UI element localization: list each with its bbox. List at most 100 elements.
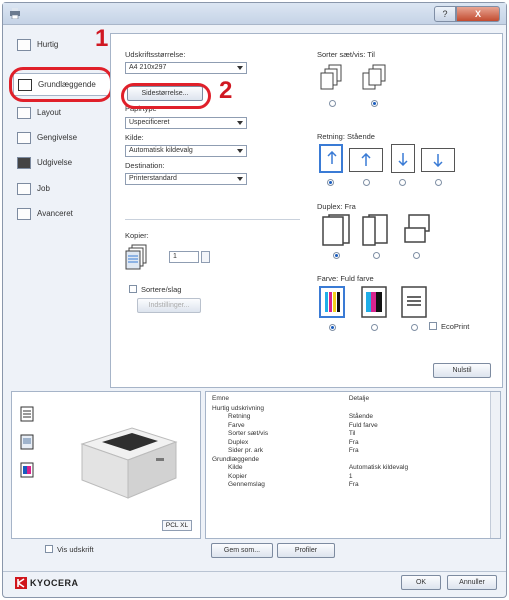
save-as-button[interactable]: Gem som... [211, 543, 273, 558]
orientation-title: Retning: Stående [317, 132, 375, 141]
arrow-up-icon [327, 151, 337, 164]
duplex-short-radio[interactable] [413, 252, 420, 259]
profiles-button[interactable]: Profiler [277, 543, 335, 558]
preview-area: PCL XL Emne Detalje Hurtig udskrivning Re… [11, 391, 501, 566]
row-detail: Automatisk kildevalg [348, 464, 409, 472]
color-title: Farve: Fuld farve [317, 274, 374, 283]
copies-stepper[interactable] [201, 251, 210, 263]
nav-item-layout[interactable]: Layout [13, 101, 110, 124]
chevron-down-icon [237, 121, 243, 125]
destination-select[interactable]: Printerstandard [125, 173, 247, 185]
cancel-button[interactable]: Annuller [447, 575, 497, 590]
pdl-badge: PCL XL [162, 520, 192, 531]
portrait-radio[interactable] [327, 179, 334, 186]
duplex-long-edge-icon [362, 214, 388, 246]
reset-button[interactable]: Nulstil [433, 363, 491, 378]
row-detail: Fra [348, 447, 359, 455]
row-detail [346, 404, 486, 413]
portrait-rotated-radio[interactable] [399, 179, 406, 186]
title-bar: ? X [3, 3, 506, 25]
color-black-icon[interactable] [361, 286, 387, 318]
callout-number-2: 2 [219, 77, 233, 104]
help-button[interactable]: ? [434, 6, 456, 22]
arrow-up-icon [361, 153, 371, 166]
imaging-icon [17, 131, 31, 144]
landscape-icon[interactable] [349, 148, 383, 172]
source-value: Automatisk kildevalg [129, 147, 193, 154]
nav-item-udgivelse[interactable]: Udgivelse [13, 151, 110, 174]
view-print-label: Vis udskrift [57, 545, 94, 554]
brand-name: KYOCERA [30, 578, 79, 588]
landscape-radio[interactable] [363, 179, 370, 186]
color-mono-radio[interactable] [411, 324, 418, 331]
row-detail: Stående [348, 413, 374, 421]
copies-icon [125, 244, 147, 270]
nav-item-avanceret[interactable]: Avanceret [13, 202, 110, 225]
collate-off-radio[interactable] [329, 100, 336, 107]
color-full-radio[interactable] [329, 324, 336, 331]
destination-value: Printerstandard [129, 175, 177, 182]
table-row: Hurtig udskrivning [206, 404, 486, 413]
nav-item-job[interactable]: Job [13, 177, 110, 200]
landscape-rotated-icon[interactable] [421, 148, 455, 172]
chevron-down-icon [237, 66, 243, 70]
table-row: Kopier 1 [206, 472, 486, 481]
source-select[interactable]: Automatisk kildevalg [125, 145, 247, 157]
collate-label: Sortere/slag [141, 285, 182, 294]
arrow-down-icon [433, 154, 443, 167]
callout-ring-1 [9, 67, 113, 102]
publishing-icon [17, 156, 31, 169]
ok-button[interactable]: OK [401, 575, 441, 590]
row-topic: Gennemslag [228, 481, 265, 489]
arrow-down-icon [398, 153, 408, 166]
color-black-radio[interactable] [371, 324, 378, 331]
copies-input[interactable]: 1 [169, 251, 199, 263]
printer-app-icon [10, 8, 20, 19]
row-topic: Kilde [228, 464, 243, 472]
nav-label: Hurtig [37, 40, 59, 49]
row-detail: Fra [348, 438, 359, 446]
paper-type-select[interactable]: Uspecificeret [125, 117, 247, 129]
table-row: Duplex Fra [206, 438, 486, 447]
settings-button[interactable]: Indstillinger... [137, 298, 201, 313]
ecoprint-checkbox[interactable] [429, 322, 437, 330]
collate-checkbox[interactable] [129, 285, 137, 293]
color-mono-icon[interactable] [401, 286, 427, 318]
landscape-rotated-radio[interactable] [435, 179, 442, 186]
row-topic: Retning [228, 413, 251, 421]
window-buttons: ? X [434, 6, 500, 22]
row-detail: Til [348, 430, 356, 438]
close-button[interactable]: X [456, 6, 500, 22]
portrait-icon[interactable] [319, 144, 343, 173]
chevron-down-icon [237, 177, 243, 181]
page-view-icon[interactable] [20, 434, 34, 450]
summary-scrollbar[interactable] [490, 392, 500, 538]
layout-icon [17, 106, 31, 119]
settings-summary-table: Emne Detalje Hurtig udskrivning Retning St… [205, 391, 501, 539]
portrait-rotated-icon[interactable] [391, 144, 415, 173]
row-topic: Sorter sæt/vis [228, 430, 269, 438]
summary-view-icon[interactable] [20, 406, 34, 422]
header-topic: Emne [212, 394, 229, 402]
header-detail: Detalje [348, 394, 370, 402]
duplex-title: Duplex: Fra [317, 202, 356, 211]
color-full-icon[interactable] [319, 286, 345, 318]
printer-preview: PCL XL [11, 391, 201, 539]
kyocera-logo-icon [15, 577, 27, 589]
paper-size-select[interactable]: A4 210x297 [125, 62, 247, 74]
nav-item-gengivelse[interactable]: Gengivelse [13, 126, 110, 149]
paper-size-label: Udskriftsstørrelse: [125, 50, 186, 59]
view-print-checkbox[interactable] [45, 545, 53, 553]
collate-on-radio[interactable] [371, 100, 378, 107]
duplex-off-icon [322, 214, 350, 246]
nav-label: Layout [37, 108, 62, 117]
advanced-icon [17, 207, 31, 220]
print-dialog-window: ? X Hurtig Grundlæggende Layout Gengivel… [2, 2, 507, 598]
copies-label: Kopier: [125, 231, 149, 240]
duplex-long-radio[interactable] [373, 252, 380, 259]
color-view-icon[interactable] [20, 462, 34, 478]
duplex-off-radio[interactable] [333, 252, 340, 259]
row-topic: Sider pr. ark [228, 447, 264, 455]
collate-title: Sorter sæt/vis: Til [317, 50, 375, 59]
row-topic: Hurtig udskrivning [212, 404, 265, 412]
